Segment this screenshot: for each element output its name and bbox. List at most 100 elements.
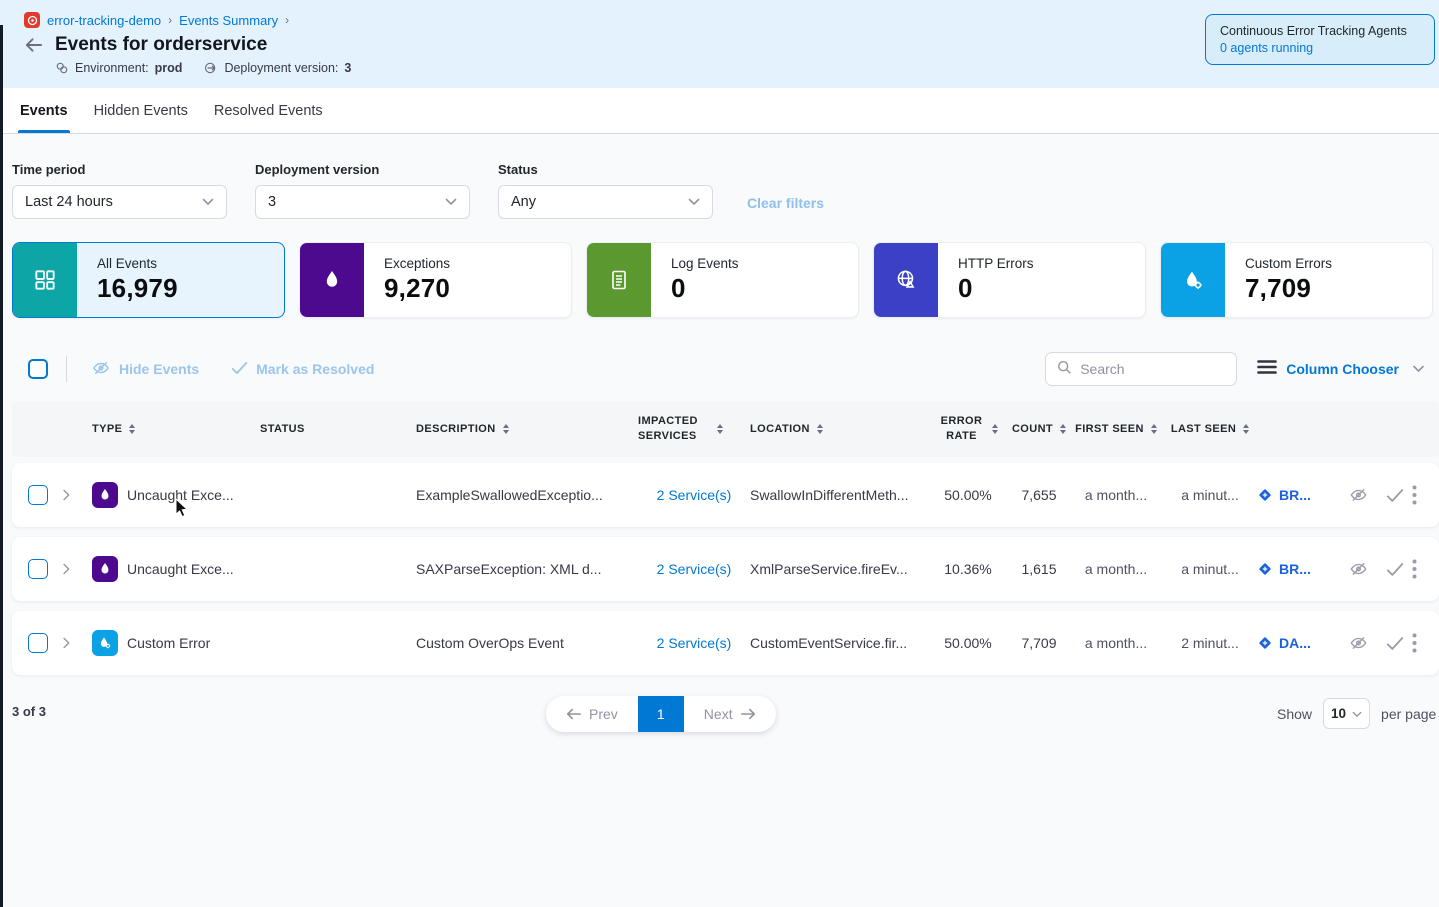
column-header-first-seen[interactable]: First Seen: [1070, 422, 1162, 437]
deployment-version-label: Deployment version: [255, 162, 470, 177]
column-header-location[interactable]: Location: [750, 422, 928, 437]
first-seen-cell: a month...: [1070, 487, 1162, 503]
eye-slash-icon: [91, 359, 111, 380]
back-arrow-icon[interactable]: [24, 37, 43, 53]
sort-icon[interactable]: [503, 424, 509, 434]
impacted-services-link[interactable]: 2 Service(s): [638, 487, 750, 503]
tab-events[interactable]: Events: [18, 88, 70, 133]
time-period-select[interactable]: Last 24 hours: [12, 185, 227, 219]
sort-icon[interactable]: [1060, 424, 1066, 434]
stat-card-label: Custom Errors: [1245, 256, 1332, 271]
error-tracking-page: error-tracking-demo › Events Summary › E…: [0, 0, 1439, 907]
sort-icon[interactable]: [129, 424, 135, 434]
stat-card-label: All Events: [97, 256, 178, 271]
stat-cards-row: All Events 16,979 Exceptions 9,270 Log: [0, 219, 1439, 318]
event-type-label: Custom Error: [127, 635, 210, 651]
stat-card-all-events[interactable]: All Events 16,979: [12, 242, 285, 318]
stat-card-label: Log Events: [671, 256, 739, 271]
resolve-event-icon[interactable]: [1386, 562, 1404, 577]
stat-card-custom-errors[interactable]: Custom Errors 7,709: [1160, 242, 1433, 318]
tab-resolved-events[interactable]: Resolved Events: [212, 88, 325, 133]
resolve-event-icon[interactable]: [1386, 636, 1404, 651]
row-menu-kebab-icon[interactable]: [1412, 559, 1417, 579]
column-header-type[interactable]: Type: [92, 422, 260, 437]
time-period-filter: Time period Last 24 hours: [12, 162, 227, 219]
breadcrumb-separator: ›: [168, 13, 172, 27]
row-menu-kebab-icon[interactable]: [1412, 485, 1417, 505]
impacted-services-link[interactable]: 2 Service(s): [638, 635, 750, 651]
agents-card: Continuous Error Tracking Agents 0 agent…: [1205, 14, 1435, 65]
result-count: 3 of 3: [12, 704, 46, 719]
first-seen-cell: a month...: [1070, 635, 1162, 651]
page-size-select[interactable]: 10: [1323, 698, 1370, 729]
stat-card-log-events[interactable]: Log Events 0: [586, 242, 859, 318]
stat-card-value: 0: [958, 273, 1034, 304]
sort-icon[interactable]: [1243, 424, 1249, 434]
column-chooser-button[interactable]: Column Chooser: [1257, 359, 1425, 380]
chevron-right-icon[interactable]: [58, 635, 74, 651]
environment-label: Environment:: [75, 61, 149, 75]
hide-events-label: Hide Events: [119, 361, 199, 377]
tab-hidden-events[interactable]: Hidden Events: [92, 88, 190, 133]
deployment-version-value: 3: [268, 194, 276, 210]
sort-icon[interactable]: [1151, 424, 1157, 434]
column-header-error-rate[interactable]: Error Rate: [928, 414, 1008, 444]
chevron-right-icon[interactable]: [58, 561, 74, 577]
breadcrumb-section[interactable]: Events Summary: [179, 13, 278, 28]
search-input[interactable]: [1080, 361, 1220, 377]
row-checkbox[interactable]: [28, 633, 48, 653]
resolve-event-icon[interactable]: [1386, 488, 1404, 503]
table-toolbar: Hide Events Mark as Resolved: [12, 351, 1425, 387]
agents-running-link[interactable]: 0 agents running: [1220, 41, 1420, 55]
sort-icon[interactable]: [817, 424, 823, 434]
table-footer: 3 of 3 Prev 1 Next Show 10: [0, 694, 1439, 734]
deployment-label: Deployment version:: [224, 61, 338, 75]
hide-event-icon[interactable]: [1348, 560, 1369, 578]
next-page-button[interactable]: Next: [684, 696, 776, 732]
ticket-link[interactable]: DA...: [1258, 635, 1311, 651]
page-size-control: Show 10 per page: [1277, 698, 1436, 729]
agents-card-title: Continuous Error Tracking Agents: [1220, 24, 1420, 38]
hide-event-icon[interactable]: [1348, 486, 1369, 504]
location-cell: CustomEventService.fir...: [750, 635, 928, 651]
count-cell: 1,615: [1008, 561, 1070, 577]
prev-page-button[interactable]: Prev: [546, 696, 638, 732]
mark-resolved-button[interactable]: Mark as Resolved: [231, 361, 374, 378]
ticket-link[interactable]: BR...: [1258, 561, 1311, 577]
filters-row: Time period Last 24 hours Deployment ver…: [0, 134, 1439, 219]
event-type-cell: Uncaught Exce...: [92, 482, 260, 508]
stat-card-http-errors[interactable]: HTTP Errors 0: [873, 242, 1146, 318]
row-checkbox[interactable]: [28, 559, 48, 579]
location-cell: XmlParseService.fireEv...: [750, 561, 928, 577]
hide-events-button[interactable]: Hide Events: [91, 359, 199, 380]
search-input-wrapper: [1045, 352, 1237, 386]
row-checkbox[interactable]: [28, 485, 48, 505]
deployment-value: 3: [344, 61, 351, 75]
stat-card-exceptions[interactable]: Exceptions 9,270: [299, 242, 572, 318]
sort-icon[interactable]: [717, 424, 723, 434]
sort-icon[interactable]: [992, 424, 998, 434]
chevron-down-icon: [688, 194, 700, 210]
column-header-impacted-services[interactable]: Impacted Services: [638, 414, 750, 444]
status-select[interactable]: Any: [498, 185, 713, 219]
column-header-count[interactable]: Count: [1008, 422, 1070, 437]
page-number-button[interactable]: 1: [638, 696, 684, 732]
breadcrumb-project[interactable]: error-tracking-demo: [47, 13, 161, 28]
column-header-last-seen[interactable]: Last Seen: [1162, 422, 1258, 437]
hide-event-icon[interactable]: [1348, 634, 1369, 652]
show-label: Show: [1277, 706, 1312, 722]
count-cell: 7,655: [1008, 487, 1070, 503]
checkmark-icon: [231, 361, 248, 378]
deployment-version-select[interactable]: 3: [255, 185, 470, 219]
chevron-right-icon[interactable]: [58, 487, 74, 503]
environment-meta: Environment: prod: [55, 61, 182, 75]
select-all-checkbox[interactable]: [28, 359, 48, 379]
per-page-label: per page: [1381, 706, 1436, 722]
impacted-services-link[interactable]: 2 Service(s): [638, 561, 750, 577]
deployment-version-filter: Deployment version 3: [255, 162, 470, 219]
column-header-description[interactable]: Description: [416, 422, 638, 437]
count-cell: 7,709: [1008, 635, 1070, 651]
clear-filters-button[interactable]: Clear filters: [747, 195, 824, 211]
row-menu-kebab-icon[interactable]: [1412, 633, 1417, 653]
ticket-link[interactable]: BR...: [1258, 487, 1311, 503]
